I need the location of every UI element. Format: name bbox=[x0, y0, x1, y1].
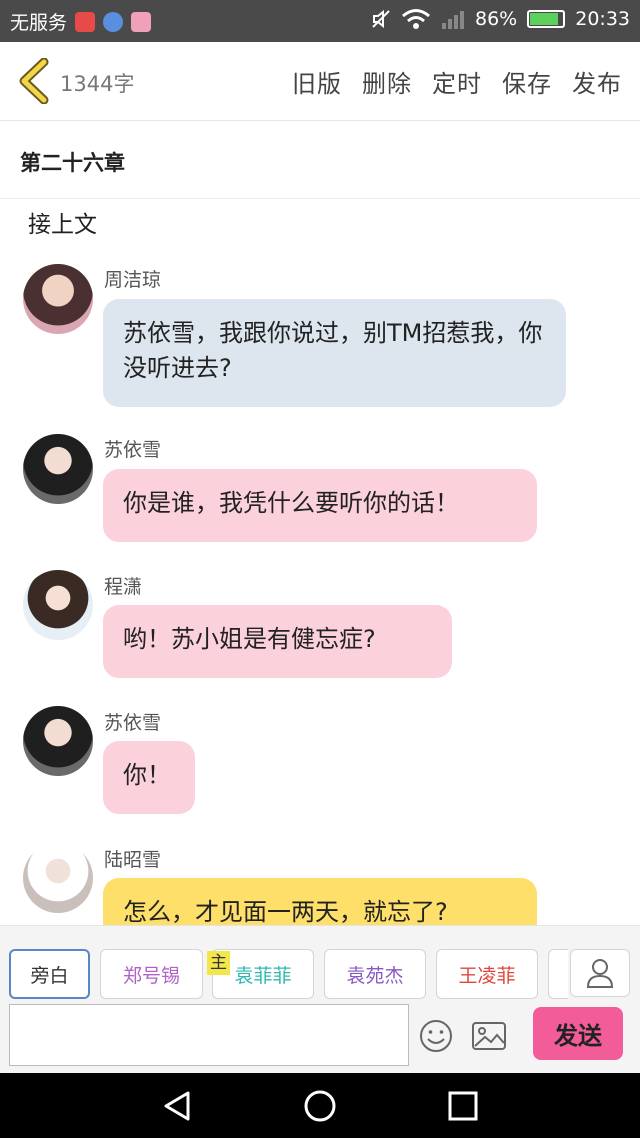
nav-back-icon[interactable] bbox=[160, 1089, 194, 1123]
message-bubble[interactable]: 你是谁，我凭什么要听你的话！ bbox=[103, 469, 537, 542]
status-bar: 无服务 86% 20:33 bbox=[0, 0, 640, 42]
send-button[interactable]: 发送 bbox=[533, 1007, 623, 1060]
message-list: 周洁琼 苏依雪，我跟你说过，别TM招惹我，你没听进去? 苏依雪 你是谁，我凭什么… bbox=[0, 255, 640, 925]
back-icon[interactable] bbox=[14, 58, 54, 104]
role-selector-bar: 旁白 郑号锡 袁菲菲 主 袁苑杰 王凌菲 发送 bbox=[0, 925, 640, 1074]
avatar[interactable] bbox=[23, 264, 93, 334]
main-role-tag: 主 bbox=[207, 951, 230, 975]
app-icon-pink bbox=[131, 11, 152, 32]
speaker-name: 周洁琼 bbox=[104, 269, 162, 291]
nav-recents-icon[interactable] bbox=[446, 1089, 480, 1123]
signal-icon bbox=[442, 11, 464, 29]
editor-header: 1344字 旧版 删除 定时 保存 发布 bbox=[0, 42, 640, 121]
delete-button[interactable]: 删除 bbox=[362, 64, 412, 99]
system-nav-bar bbox=[0, 1073, 640, 1138]
role-chip[interactable]: 郑号锡 bbox=[100, 949, 203, 999]
avatar[interactable] bbox=[23, 706, 93, 776]
message-bubble[interactable]: 苏依雪，我跟你说过，别TM招惹我，你没听进去? bbox=[103, 299, 566, 407]
avatar[interactable] bbox=[23, 843, 93, 913]
old-version-button[interactable]: 旧版 bbox=[292, 64, 342, 99]
message-input[interactable] bbox=[9, 1004, 409, 1066]
add-role-button[interactable] bbox=[570, 949, 630, 997]
nav-home-icon[interactable] bbox=[303, 1089, 337, 1123]
clock: 20:33 bbox=[575, 8, 630, 30]
intro-text: 接上文 bbox=[28, 212, 97, 238]
app-icon-red bbox=[75, 11, 96, 32]
publish-button[interactable]: 发布 bbox=[572, 64, 622, 99]
word-count: 1344字 bbox=[60, 72, 135, 96]
speaker-name: 程潇 bbox=[104, 576, 143, 598]
message-bubble[interactable]: 哟！苏小姐是有健忘症? bbox=[103, 605, 452, 678]
role-chip[interactable]: 袁苑杰 bbox=[324, 949, 426, 999]
avatar[interactable] bbox=[23, 570, 93, 640]
person-icon bbox=[586, 959, 614, 988]
chapter-title-field[interactable]: 第二十六章 bbox=[0, 121, 640, 199]
speaker-name: 苏依雪 bbox=[104, 712, 162, 734]
schedule-button[interactable]: 定时 bbox=[432, 64, 482, 99]
speaker-name: 陆昭雪 bbox=[104, 849, 162, 871]
chapter-title: 第二十六章 bbox=[20, 151, 125, 175]
save-button[interactable]: 保存 bbox=[502, 64, 552, 99]
speaker-name: 苏依雪 bbox=[104, 439, 162, 461]
header-actions: 旧版 删除 定时 保存 发布 bbox=[292, 64, 622, 99]
avatar[interactable] bbox=[23, 434, 93, 504]
mute-icon bbox=[372, 9, 390, 29]
message-bubble[interactable]: 怎么，才见面一两天，就忘了? bbox=[103, 878, 537, 925]
battery-percent: 86% bbox=[475, 8, 518, 30]
message-bubble[interactable]: 你！ bbox=[103, 741, 195, 814]
wifi-icon bbox=[402, 9, 430, 29]
role-chip[interactable]: 王凌菲 bbox=[436, 949, 538, 999]
battery-icon bbox=[527, 10, 566, 28]
emoji-icon[interactable] bbox=[418, 1018, 454, 1054]
location-icon bbox=[103, 11, 124, 32]
role-chip-partial[interactable] bbox=[548, 949, 568, 999]
image-icon[interactable] bbox=[471, 1021, 507, 1051]
carrier-text: 无服务 bbox=[10, 12, 68, 34]
role-narrator[interactable]: 旁白 bbox=[9, 949, 90, 999]
